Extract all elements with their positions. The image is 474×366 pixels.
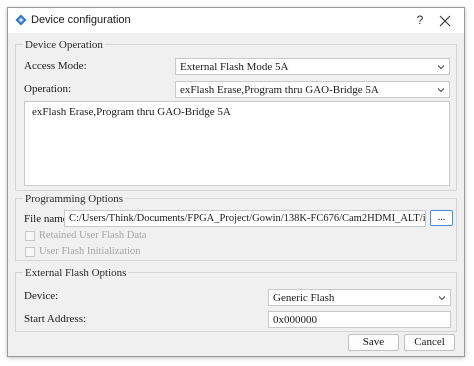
programming-options-group: Programming Options File name: C:/Users/… — [15, 194, 457, 261]
file-name-value: C:/Users/Think/Documents/FPGA_Project/Go… — [69, 213, 426, 224]
cancel-button[interactable]: Cancel — [404, 334, 455, 351]
chevron-down-icon — [437, 65, 445, 70]
title-bar: Device configuration ? — [8, 8, 464, 33]
start-address-label: Start Address: — [24, 313, 87, 325]
device-operation-title: Device Operation — [23, 39, 105, 51]
programming-options-title: Programming Options — [23, 193, 126, 205]
flash-device-value: Generic Flash — [273, 292, 335, 304]
retained-user-flash-label: Retained User Flash Data — [39, 230, 147, 241]
close-icon[interactable] — [438, 14, 452, 28]
device-label: Device: — [24, 290, 59, 302]
browse-button[interactable]: ... — [430, 210, 453, 226]
access-mode-label: Access Mode: — [24, 60, 87, 72]
access-mode-select[interactable]: External Flash Mode 5A — [175, 58, 450, 75]
gowin-logo-icon — [15, 14, 27, 26]
start-address-field[interactable]: 0x000000 — [268, 311, 451, 328]
user-flash-init-label: User Flash Initialization — [39, 246, 141, 257]
user-flash-init-checkbox[interactable] — [25, 247, 35, 257]
operation-description-text: exFlash Erase,Program thru GAO-Bridge 5A — [32, 106, 231, 118]
start-address-value: 0x000000 — [273, 314, 317, 326]
operation-description: exFlash Erase,Program thru GAO-Bridge 5A — [24, 101, 450, 186]
chevron-down-icon — [438, 296, 446, 301]
help-button[interactable]: ? — [415, 13, 425, 27]
access-mode-value: External Flash Mode 5A — [180, 61, 289, 73]
file-name-field[interactable]: C:/Users/Think/Documents/FPGA_Project/Go… — [64, 210, 426, 227]
operation-label: Operation: — [24, 83, 72, 95]
save-button[interactable]: Save — [348, 334, 399, 351]
external-flash-options-title: External Flash Options — [23, 267, 129, 279]
chevron-down-icon — [437, 88, 445, 93]
external-flash-options-group: External Flash Options Device: Generic F… — [15, 268, 457, 332]
retained-user-flash-checkbox[interactable] — [25, 231, 35, 241]
operation-value: exFlash Erase,Program thru GAO-Bridge 5A — [180, 84, 379, 96]
window-title: Device configuration — [31, 14, 131, 26]
operation-select[interactable]: exFlash Erase,Program thru GAO-Bridge 5A — [175, 81, 450, 98]
device-operation-group: Device Operation Access Mode: External F… — [15, 40, 457, 191]
device-configuration-dialog: Device configuration ? Device Operation … — [7, 7, 465, 357]
flash-device-select[interactable]: Generic Flash — [268, 289, 451, 306]
